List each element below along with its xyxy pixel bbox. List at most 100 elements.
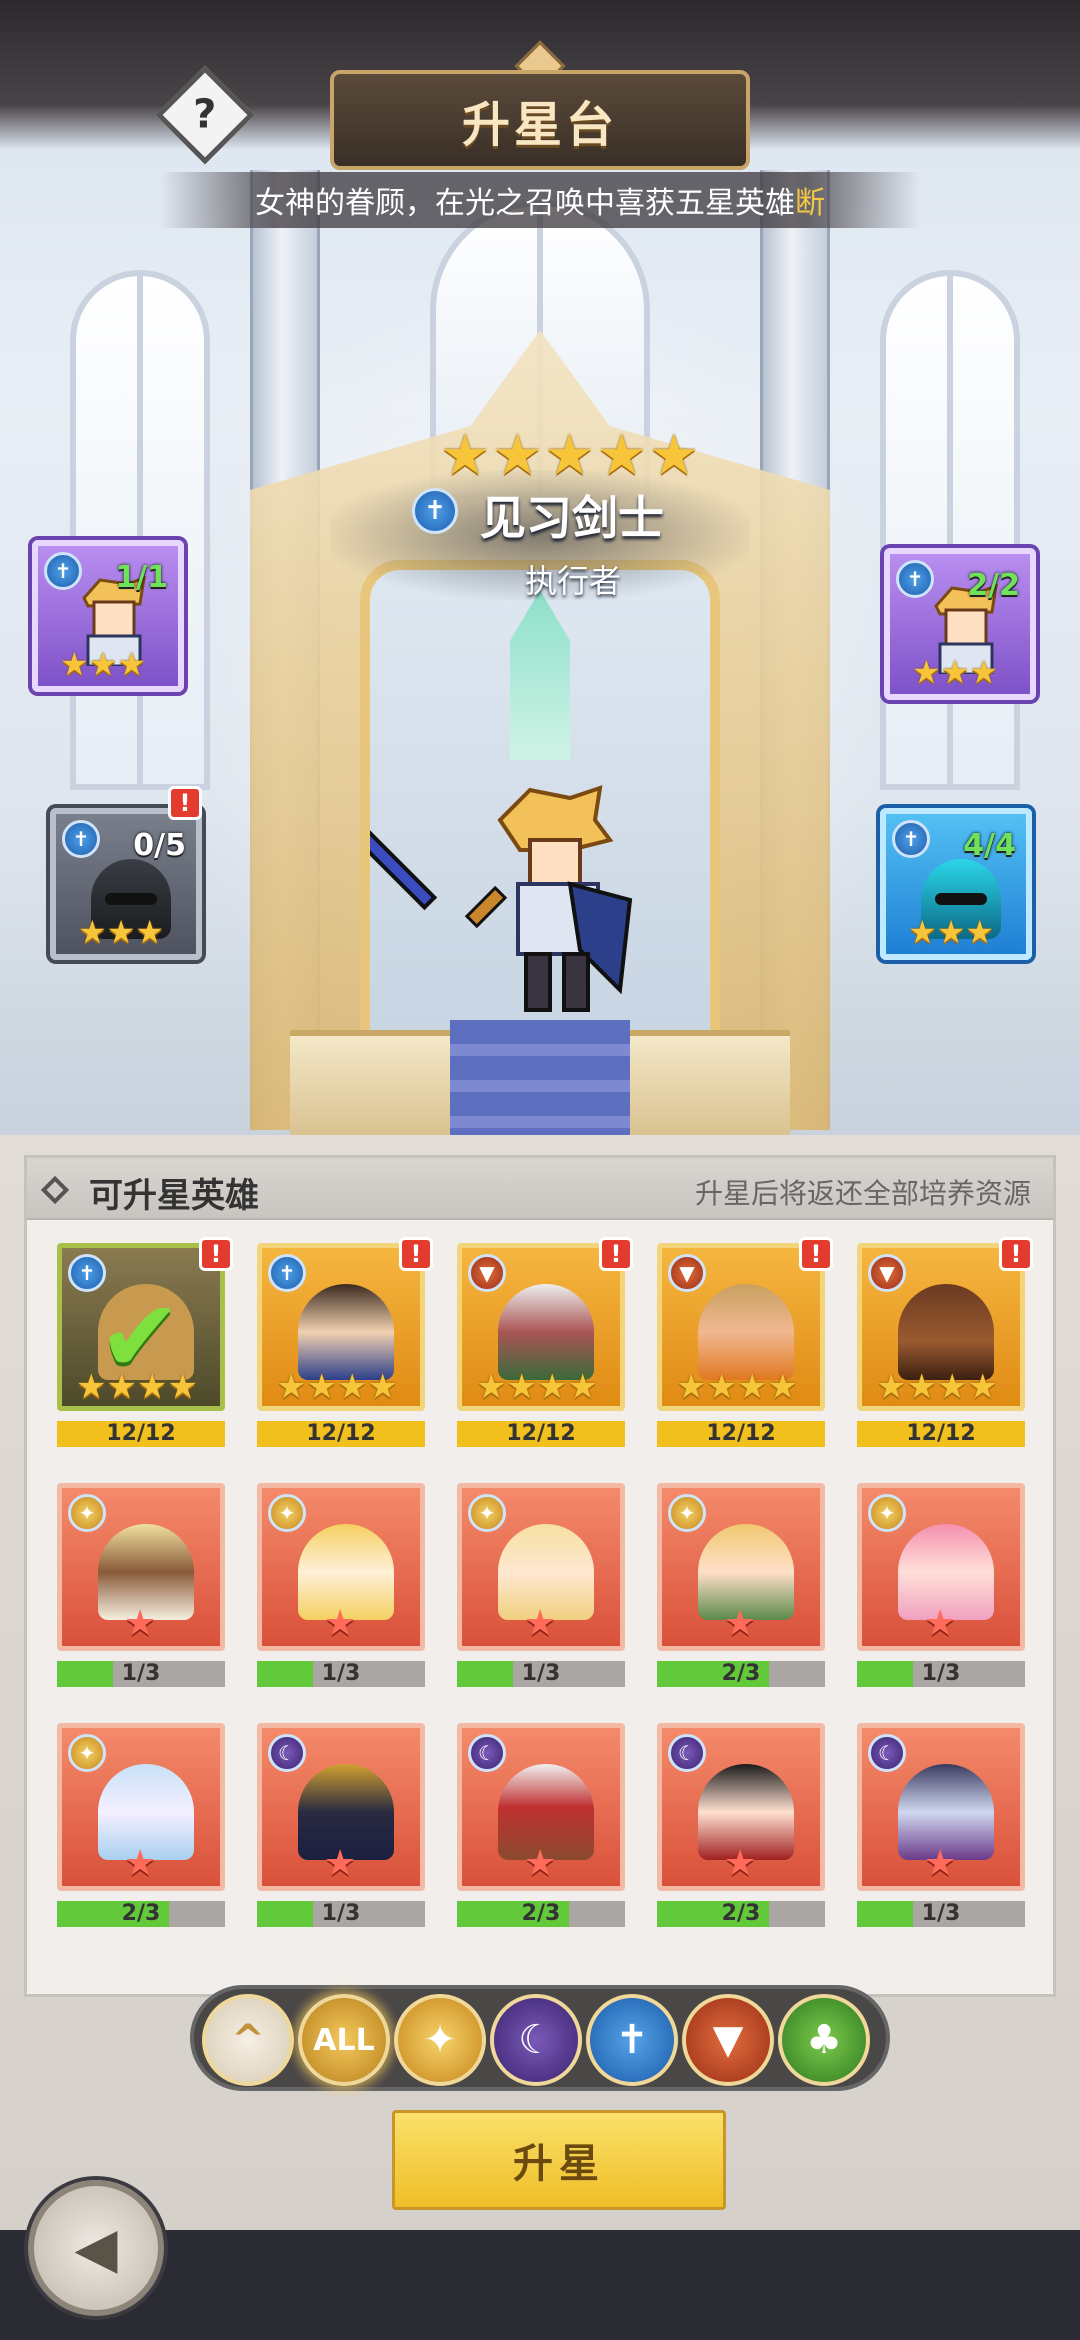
upgrade-star-button[interactable]: 升星 <box>392 2110 726 2210</box>
alert-badge-icon: ! <box>199 1237 233 1271</box>
hero-star-rating: ★ ★ ★ ★ <box>476 1367 598 1407</box>
filter-dark-button[interactable]: ☾ <box>490 1994 582 2086</box>
progress-text: 1/3 <box>521 1661 561 1686</box>
holy-class-icon: ✦ <box>468 1494 506 1532</box>
hero-star-rating: ★ <box>324 1603 357 1644</box>
hero-portrait <box>898 1284 994 1380</box>
hero-card-frame: ✦ ★ <box>657 1483 825 1651</box>
material-count: 2/2 <box>967 568 1020 603</box>
progress-bar: 2/3 <box>457 1901 625 1927</box>
hero-star-rating: ★ <box>924 1843 957 1884</box>
progress-bar: 1/3 <box>57 1661 225 1687</box>
hero-portrait <box>498 1284 594 1380</box>
progress-text: 1/3 <box>321 1661 361 1686</box>
back-button[interactable]: ◀ <box>28 2180 164 2316</box>
material-slot-top-right[interactable]: ✝ 2/2 ★ ★ ★ <box>884 548 1036 700</box>
page-title: 升星台 <box>461 97 618 153</box>
announcement-marquee: 女神的眷顾，在光之召唤中喜获五星英雄断 <box>160 172 920 228</box>
hero-star-rating: ★ ★ ★ ★ <box>76 1367 198 1407</box>
chevron-up-icon: ^ <box>231 2017 265 2063</box>
material-slot-bottom-right[interactable]: ✝ 4/4 ★ ★ ★ <box>880 808 1032 960</box>
progress-bar: 12/12 <box>457 1421 625 1447</box>
progress-bar: 1/3 <box>257 1661 425 1687</box>
hero-star-rating: ★ ★ ★ ★ <box>876 1367 998 1407</box>
filter-guardian-button[interactable]: ✝ <box>586 1994 678 2086</box>
material-slot-top-left[interactable]: ✝ 1/1 ★ ★ ★ <box>32 540 184 692</box>
guardian-class-icon: ✝ <box>412 488 458 534</box>
alert-badge-icon: ! <box>999 1237 1033 1271</box>
star-icon: ★ <box>106 913 136 951</box>
hero-star-rating: ★ <box>524 1843 557 1884</box>
guardian-class-icon: ✝ <box>892 820 930 858</box>
progress-text: 1/3 <box>921 1901 961 1926</box>
guardian-class-icon: ✝ <box>268 1254 306 1292</box>
hero-star-rating: ★ <box>924 1603 957 1644</box>
material-star-rating: ★ ★ ★ <box>60 648 146 680</box>
hero-card-frame: ☾ ★ <box>857 1723 1025 1891</box>
material-star-rating: ★ ★ ★ <box>908 916 994 948</box>
hero-star-rating: ★ <box>524 1603 557 1644</box>
cathedral-window-right <box>880 270 1020 790</box>
star-icon: ★ <box>912 653 941 691</box>
diamond-bullet-icon <box>40 1175 70 1205</box>
filter-all-button[interactable]: ALL <box>298 1994 390 2086</box>
filter-all-label: ALL <box>313 2022 375 2058</box>
hero-role: 执行者 <box>525 562 622 600</box>
hero-portrait <box>298 1284 394 1380</box>
material-slot-bottom-left[interactable]: ✝ 0/5 ★ ★ ★ ! <box>50 786 202 960</box>
star-icon: ★ <box>135 913 165 951</box>
filter-nature-button[interactable]: ♣ <box>778 1994 870 2086</box>
holy-class-icon: ✦ <box>668 1494 706 1532</box>
dark-faction-icon: ☾ <box>518 2017 554 2063</box>
question-icon: ? <box>193 91 217 138</box>
alert-badge-icon: ! <box>799 1237 833 1271</box>
alert-badge-icon: ! <box>599 1237 633 1271</box>
hero-name: 见习剑士 <box>480 491 664 545</box>
hero-card-frame: ✦ ★ <box>857 1483 1025 1651</box>
collapse-filter-button[interactable]: ^ <box>202 1994 294 2086</box>
hero-card-frame: ✦ ★ <box>257 1483 425 1651</box>
progress-text: 2/3 <box>521 1901 561 1926</box>
star-icon: ★ <box>965 913 995 951</box>
progress-bar: 12/12 <box>857 1421 1025 1447</box>
progress-bar: 12/12 <box>57 1421 225 1447</box>
hero-star-rating: ★ <box>124 1603 157 1644</box>
star-icon: ★ <box>88 645 118 683</box>
beast-class-icon: ▼ <box>668 1254 706 1292</box>
hero-star-rating: ★ ★ ★ ★ <box>676 1367 798 1407</box>
progress-bar: 12/12 <box>657 1421 825 1447</box>
material-star-rating: ★ ★ ★ <box>912 656 998 688</box>
holy-class-icon: ✦ <box>868 1494 906 1532</box>
star-icon: ★ <box>908 913 937 951</box>
material-count: 1/1 <box>115 560 168 595</box>
alert-badge-icon: ! <box>168 786 202 820</box>
dark-class-icon: ☾ <box>468 1734 506 1772</box>
hero-sprite-swordsman[interactable] <box>370 780 660 1030</box>
star-icon: ★ <box>117 645 147 683</box>
hero-star-rating: ★ <box>724 1603 757 1644</box>
star-icon: ★ <box>940 653 970 691</box>
progress-text: 1/3 <box>321 1901 361 1926</box>
hero-card-frame: ✦ ★ <box>57 1483 225 1651</box>
progress-text: 2/3 <box>721 1661 761 1686</box>
progress-bar: 1/3 <box>857 1661 1025 1687</box>
progress-bar: 12/12 <box>257 1421 425 1447</box>
progress-bar: 2/3 <box>57 1901 225 1927</box>
dark-class-icon: ☾ <box>668 1734 706 1772</box>
holy-class-icon: ✦ <box>68 1494 106 1532</box>
list-note: 升星后将返还全部培养资源 <box>694 1177 1031 1210</box>
star-icon: ★ <box>936 913 966 951</box>
filter-beast-button[interactable]: ▼ <box>682 1994 774 2086</box>
progress-text: 2/3 <box>121 1901 161 1926</box>
beast-faction-icon: ▼ <box>712 2017 744 2063</box>
hero-card-frame: ✦ ★ <box>457 1483 625 1651</box>
hero-portrait <box>698 1284 794 1380</box>
star-icon: ★ <box>78 913 107 951</box>
throne-carpet <box>450 1020 630 1135</box>
progress-text: 12/12 <box>106 1421 176 1446</box>
filter-holy-button[interactable]: ✦ <box>394 1994 486 2086</box>
beast-class-icon: ▼ <box>468 1254 506 1292</box>
cathedral-window-left <box>70 270 210 790</box>
progress-text: 12/12 <box>506 1421 576 1446</box>
alert-badge-icon: ! <box>399 1237 433 1271</box>
